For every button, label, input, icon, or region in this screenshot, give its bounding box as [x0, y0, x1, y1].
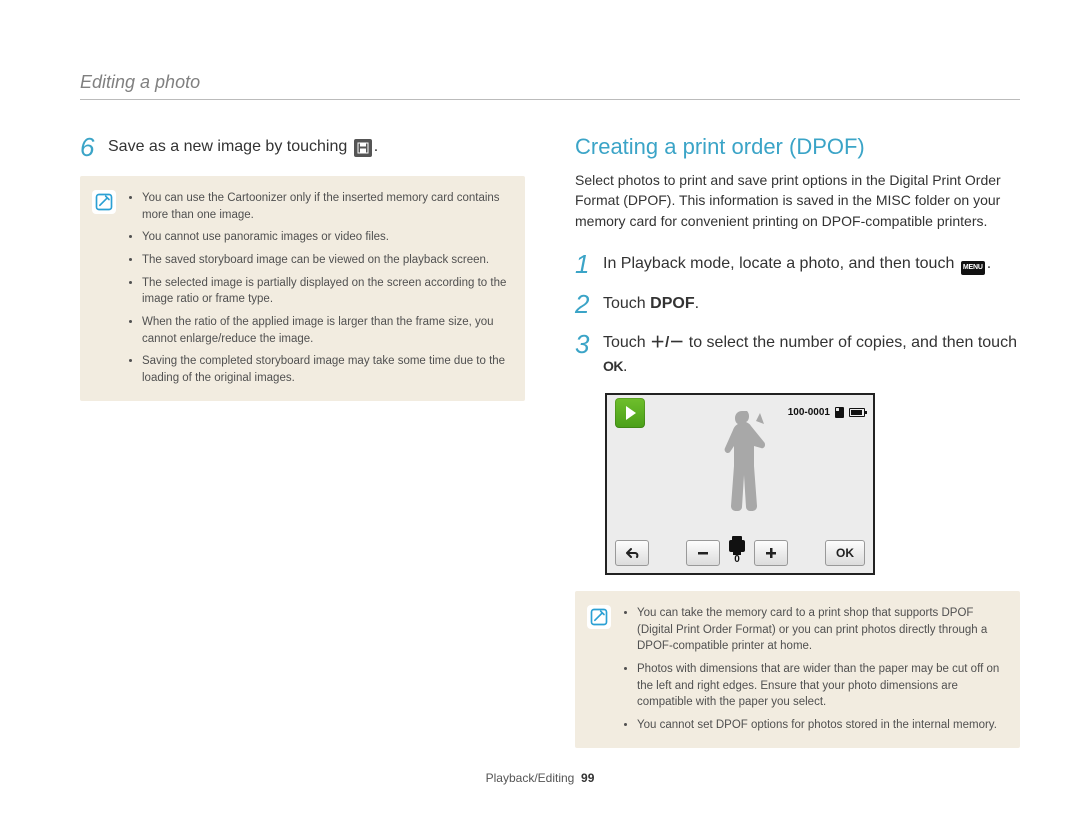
back-button[interactable]: [615, 540, 649, 566]
step3-prefix: Touch: [603, 334, 650, 351]
breadcrumb: Editing a photo: [80, 72, 1020, 100]
menu-icon: MENU: [961, 261, 985, 275]
step3-suffix: .: [623, 358, 627, 375]
plus-minus-icon: ＋/－: [650, 334, 684, 351]
play-icon: [626, 406, 636, 420]
note-item: The selected image is partially displaye…: [142, 275, 507, 308]
photo-silhouette: [712, 411, 772, 541]
memory-card-icon: [835, 407, 844, 418]
ss-bottombar: 0 OK: [607, 533, 873, 573]
page-number: 99: [581, 771, 594, 785]
step-text: Touch DPOF.: [603, 292, 699, 316]
save-icon: [354, 139, 372, 157]
step-3: 3 Touch ＋/－ to select the number of copi…: [575, 331, 1020, 379]
two-column-layout: 6 Save as a new image by touching . You …: [80, 134, 1020, 748]
ok-icon: OK: [603, 358, 623, 374]
camera-ui-screenshot: 100-0001: [605, 393, 875, 575]
step1-prefix: In Playback mode, locate a photo, and th…: [603, 255, 959, 272]
note-item: When the ratio of the applied image is l…: [142, 314, 507, 347]
section-heading: Creating a print order (DPOF): [575, 134, 1020, 160]
step-number: 1: [575, 251, 603, 277]
page-footer: Playback/Editing 99: [0, 771, 1080, 785]
note-item: The saved storyboard image can be viewed…: [142, 252, 507, 269]
step-text: Save as a new image by touching .: [108, 135, 378, 159]
step2-bold: DPOF: [650, 295, 694, 312]
note-item: Photos with dimensions that are wider th…: [637, 661, 1002, 711]
step6-text-prefix: Save as a new image by touching: [108, 138, 352, 155]
playback-mode-button[interactable]: [615, 398, 645, 428]
footer-section: Playback/Editing: [486, 771, 575, 785]
left-note-box: You can use the Cartoonizer only if the …: [80, 176, 525, 401]
step-text: In Playback mode, locate a photo, and th…: [603, 252, 991, 276]
step-number: 3: [575, 331, 603, 357]
minus-button[interactable]: [686, 540, 720, 566]
step2-prefix: Touch: [603, 295, 650, 312]
step-1: 1 In Playback mode, locate a photo, and …: [575, 251, 1020, 277]
right-note-list: You can take the memory card to a print …: [623, 605, 1006, 734]
battery-icon: [849, 408, 865, 417]
ok-button[interactable]: OK: [825, 540, 865, 566]
step-number: 6: [80, 134, 108, 160]
step3-mid: to select the number of copies, and then…: [684, 334, 1017, 351]
note-item: You can use the Cartoonizer only if the …: [142, 190, 507, 223]
ss-status-area: 100-0001: [788, 407, 865, 418]
plus-button[interactable]: [754, 540, 788, 566]
note-item: You cannot set DPOF options for photos s…: [637, 717, 1002, 734]
step-number: 2: [575, 291, 603, 317]
printer-icon: [729, 540, 745, 552]
step1-suffix: .: [987, 255, 991, 272]
note-item: Saving the completed storyboard image ma…: [142, 353, 507, 386]
step-2: 2 Touch DPOF.: [575, 291, 1020, 317]
note-icon: [587, 605, 611, 629]
copies-stepper: 0: [686, 540, 788, 566]
step-6: 6 Save as a new image by touching .: [80, 134, 525, 160]
intro-paragraph: Select photos to print and save print op…: [575, 170, 1020, 231]
print-copies-indicator: 0: [726, 540, 748, 565]
step2-suffix: .: [695, 295, 699, 312]
manual-page: Editing a photo 6 Save as a new image by…: [0, 0, 1080, 815]
note-item: You cannot use panoramic images or video…: [142, 229, 507, 246]
left-note-list: You can use the Cartoonizer only if the …: [128, 190, 511, 387]
copies-value: 0: [734, 554, 740, 565]
note-icon: [92, 190, 116, 214]
right-note-box: You can take the memory card to a print …: [575, 591, 1020, 748]
right-column: Creating a print order (DPOF) Select pho…: [575, 134, 1020, 748]
file-counter: 100-0001: [788, 407, 830, 418]
step6-text-suffix: .: [374, 138, 378, 155]
note-item: You can take the memory card to a print …: [637, 605, 1002, 655]
step-text: Touch ＋/－ to select the number of copies…: [603, 331, 1020, 379]
left-column: 6 Save as a new image by touching . You …: [80, 134, 525, 748]
